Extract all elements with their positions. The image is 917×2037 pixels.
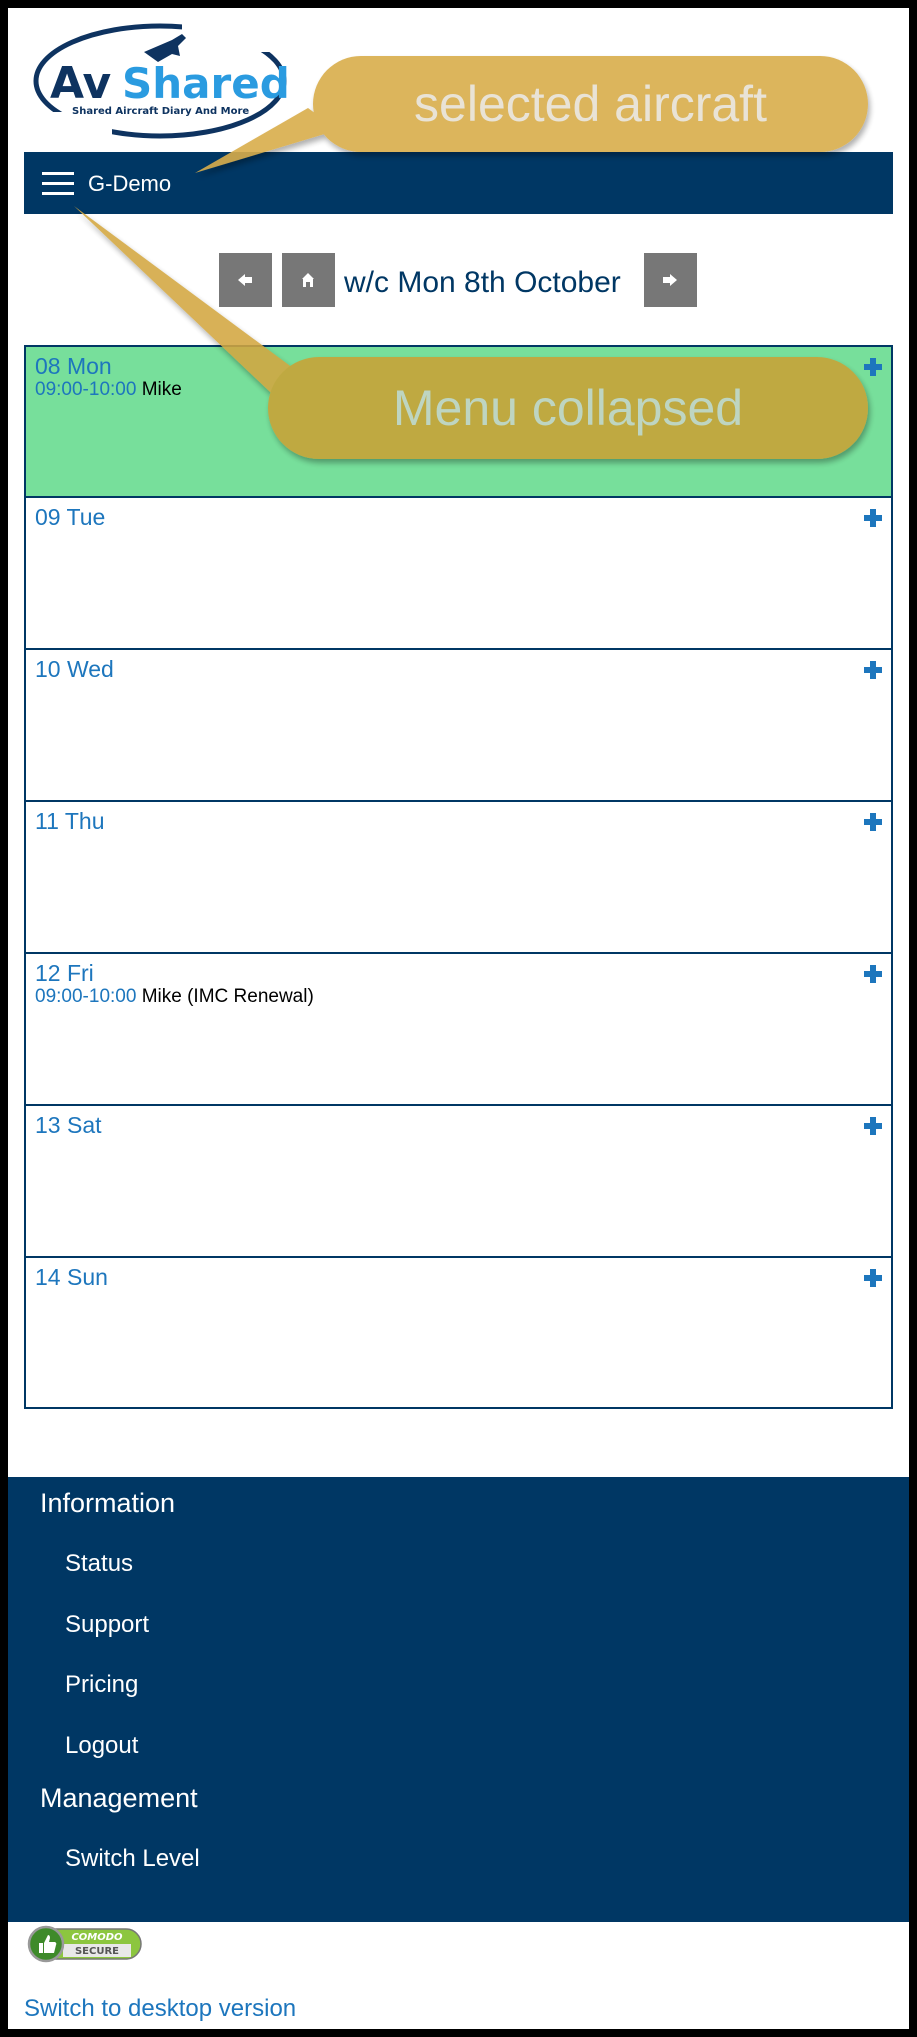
previous-week-button[interactable] [219, 253, 272, 307]
selected-aircraft[interactable]: G-Demo [88, 170, 171, 198]
day-row[interactable]: 09 Tue [24, 497, 893, 649]
add-booking-icon[interactable] [864, 813, 882, 831]
menu-item-status[interactable]: Status [65, 1549, 133, 1579]
menu-item-logout[interactable]: Logout [65, 1731, 138, 1761]
booking-time: 09:00-10:00 [35, 379, 137, 400]
booking-entry[interactable]: 09:00-10:00 Mike (IMC Renewal) [35, 986, 314, 1008]
day-label: 11 Thu [35, 808, 105, 834]
week-title: w/c Mon 8th October [344, 266, 621, 299]
day-label: 13 Sat [35, 1112, 102, 1138]
day-label: 09 Tue [35, 504, 106, 530]
menu-item-pricing[interactable]: Pricing [65, 1670, 138, 1700]
add-booking-icon[interactable] [864, 661, 882, 679]
logo-shared: Shared [122, 59, 288, 108]
top-navbar: G-Demo [24, 152, 893, 214]
menu-heading-management: Management [40, 1783, 198, 1813]
add-booking-icon[interactable] [864, 1269, 882, 1287]
current-week-button[interactable] [282, 253, 335, 307]
booking-time: 09:00-10:00 [35, 986, 137, 1007]
switch-to-desktop-link[interactable]: Switch to desktop version [24, 1994, 296, 2024]
menu-heading-information: Information [40, 1488, 176, 1518]
badge-line1: COMODO [71, 1932, 123, 1943]
booking-entry[interactable]: 09:00-10:00 Mike [35, 379, 182, 401]
week-day-list: 08 Mon 09:00-10:00 Mike 09 Tue 10 Wed 11… [24, 345, 893, 1409]
add-booking-icon[interactable] [864, 509, 882, 527]
callout-text-selected-aircraft: selected aircraft [414, 76, 767, 132]
day-label: 10 Wed [35, 656, 114, 682]
badge-line2: SECURE [75, 1946, 119, 1957]
menu-item-switch-level[interactable]: Switch Level [65, 1844, 200, 1874]
comodo-secure-badge[interactable]: COMODO SECURE [27, 1925, 143, 1963]
add-booking-icon[interactable] [864, 358, 882, 376]
day-label: 08 Mon [35, 353, 112, 379]
booking-pilot: Mike [141, 379, 182, 400]
day-row[interactable]: 11 Thu [24, 801, 893, 953]
add-booking-icon[interactable] [864, 1117, 882, 1135]
page: Av Shared Shared Aircraft Diary And More… [8, 8, 909, 2029]
airplane-icon [144, 34, 186, 62]
footer-menu: Information Status Support Pricing Logou… [8, 1477, 909, 1922]
day-label: 12 Fri [35, 960, 94, 986]
week-navigation: w/c Mon 8th October [8, 253, 909, 309]
day-row[interactable]: 13 Sat [24, 1105, 893, 1257]
logo-tagline: Shared Aircraft Diary And More [72, 106, 249, 117]
home-icon [302, 273, 314, 287]
arrow-right-icon [663, 274, 677, 286]
add-booking-icon[interactable] [864, 965, 882, 983]
hamburger-icon[interactable] [42, 170, 74, 198]
booking-pilot: Mike (IMC Renewal) [141, 986, 314, 1007]
next-week-button[interactable] [644, 253, 697, 307]
day-row[interactable]: 12 Fri 09:00-10:00 Mike (IMC Renewal) [24, 953, 893, 1105]
menu-item-support[interactable]: Support [65, 1610, 149, 1640]
callout-text-menu-collapsed: Menu collapsed [392, 380, 744, 436]
avshared-logo[interactable]: Av Shared Shared Aircraft Diary And More [32, 22, 288, 140]
day-label: 14 Sun [35, 1264, 108, 1290]
logo-av: Av [50, 58, 111, 109]
day-row[interactable]: 10 Wed [24, 649, 893, 801]
arrow-left-icon [238, 274, 252, 286]
day-row[interactable]: 14 Sun [24, 1257, 893, 1409]
